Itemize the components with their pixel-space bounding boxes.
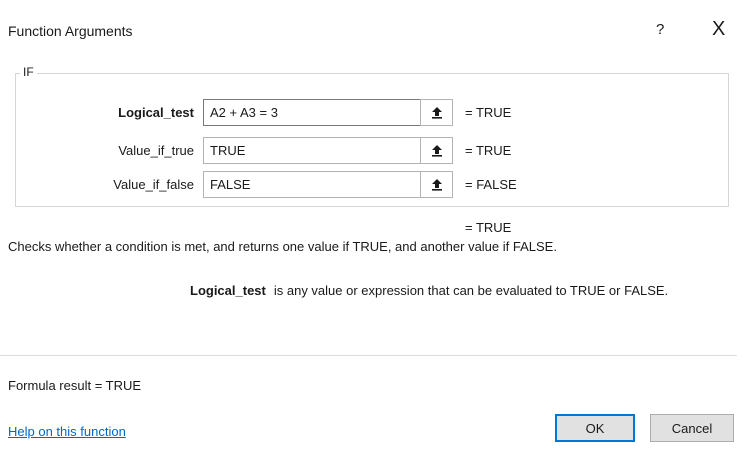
arg-result-logical-test: = TRUE: [465, 105, 512, 120]
argument-help: Logical_test is any value or expression t…: [190, 283, 668, 298]
argument-help-name: Logical_test: [190, 283, 266, 298]
arg-result-value-if-false: = FALSE: [465, 177, 517, 192]
arg-result-value-if-true: = TRUE: [465, 143, 512, 158]
collapse-button-value-if-false[interactable]: [420, 171, 453, 198]
formula-result: Formula result = TRUE: [8, 378, 142, 393]
overall-result: = TRUE: [465, 220, 512, 235]
help-on-function-link[interactable]: Help on this function: [8, 424, 126, 439]
cancel-button[interactable]: Cancel: [650, 414, 734, 442]
function-description: Checks whether a condition is met, and r…: [8, 239, 557, 254]
dialog-title: Function Arguments: [8, 23, 133, 39]
value-if-true-input[interactable]: [203, 137, 421, 164]
collapse-dialog-icon: [431, 179, 442, 191]
help-button[interactable]: ?: [656, 21, 664, 38]
separator: [0, 355, 737, 356]
value-if-false-input[interactable]: [203, 171, 421, 198]
collapse-dialog-icon: [431, 145, 442, 157]
arg-label-logical-test: Logical_test: [118, 105, 194, 120]
ok-button[interactable]: OK: [555, 414, 635, 442]
argument-help-text: is any value or expression that can be e…: [273, 283, 669, 298]
logical-test-input[interactable]: [203, 99, 421, 126]
function-name: IF: [20, 65, 37, 79]
collapse-button-value-if-true[interactable]: [420, 137, 453, 164]
close-button[interactable]: X: [712, 18, 725, 41]
collapse-dialog-icon: [431, 107, 442, 119]
arg-label-value-if-false: Value_if_false: [113, 177, 194, 192]
collapse-button-logical-test[interactable]: [420, 99, 453, 126]
arg-label-value-if-true: Value_if_true: [118, 143, 194, 158]
